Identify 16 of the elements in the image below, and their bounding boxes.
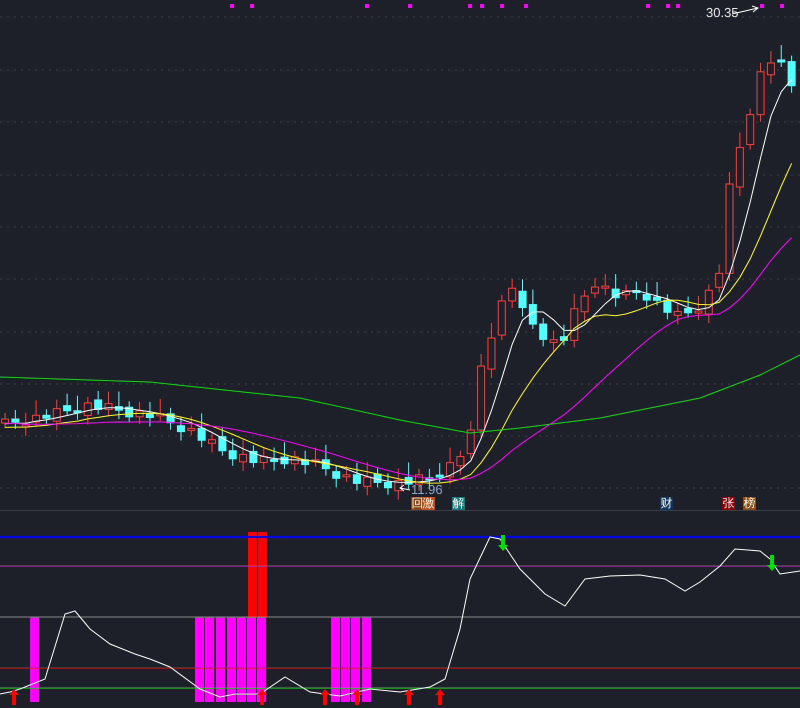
low-price-label: 11.96 [411, 483, 443, 496]
signal-badge: 张 [722, 497, 735, 510]
up-arrow-icon [257, 689, 267, 705]
signal-badge: 财 [660, 497, 673, 510]
high-price-label: 30.35 [706, 6, 739, 19]
up-arrow-icon [352, 689, 362, 705]
down-arrow-icon [767, 555, 777, 571]
signal-badge: 激 [422, 497, 435, 510]
up-arrow-icon [9, 689, 19, 705]
up-arrow-icon [435, 689, 445, 705]
up-arrow-icon [404, 689, 414, 705]
up-arrow-icon [320, 689, 330, 705]
signal-badge: 解 [452, 497, 465, 510]
pointer-arrow [399, 484, 410, 492]
down-arrow-icon [498, 535, 508, 551]
signal-badge: 榜 [743, 497, 756, 510]
